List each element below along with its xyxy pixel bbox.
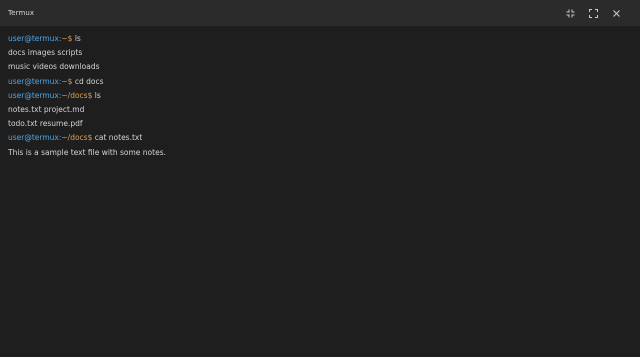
title-bar[interactable]: Termux [0,0,640,26]
output-text: music videos downloads [8,62,100,72]
prompt-command: cat notes.txt [92,133,143,143]
prompt-user: user@termux: [8,76,62,86]
terminal-line: music videos downloads [8,60,632,74]
terminal-output[interactable]: user@termux:~$ ls docs images scripts mu… [0,26,640,357]
prompt-command: cd docs [72,76,104,86]
terminal-line: This is a sample text file with some not… [8,146,632,160]
prompt-command: ls [72,34,81,43]
terminal-line: user@termux:~$ ls [8,32,632,46]
close-icon[interactable] [611,8,622,19]
terminal-line: user@termux:~/docs$ cat notes.txt [8,131,632,145]
window-title: Termux [8,9,35,17]
prompt-user: user@termux: [8,34,62,43]
prompt-path: ~/docs$ [61,90,93,100]
output-text: todo.txt resume.pdf [8,119,83,129]
terminal-line: user@termux:~$ cd docs [8,75,632,89]
fullscreen-icon[interactable] [588,8,599,19]
prompt-path: ~$ [61,34,73,43]
prompt-command: ls [92,90,101,100]
terminal-line: todo.txt resume.pdf [8,117,632,131]
terminal-window: Termux user@termux:~$ ls docs images scr… [0,0,640,357]
terminal-line: user@termux:~/docs$ ls [8,89,632,103]
prompt-user: user@termux: [8,133,62,143]
output-text: docs images scripts [8,48,83,58]
window-controls [565,8,622,19]
output-text: notes.txt project.md [8,104,85,114]
output-text: This is a sample text file with some not… [8,147,166,157]
terminal-line: docs images scripts [8,46,632,60]
prompt-user: user@termux: [8,90,62,100]
collapse-icon[interactable] [565,8,576,19]
prompt-path: ~/docs$ [61,133,93,143]
terminal-line: notes.txt project.md [8,103,632,117]
prompt-path: ~$ [61,76,73,86]
